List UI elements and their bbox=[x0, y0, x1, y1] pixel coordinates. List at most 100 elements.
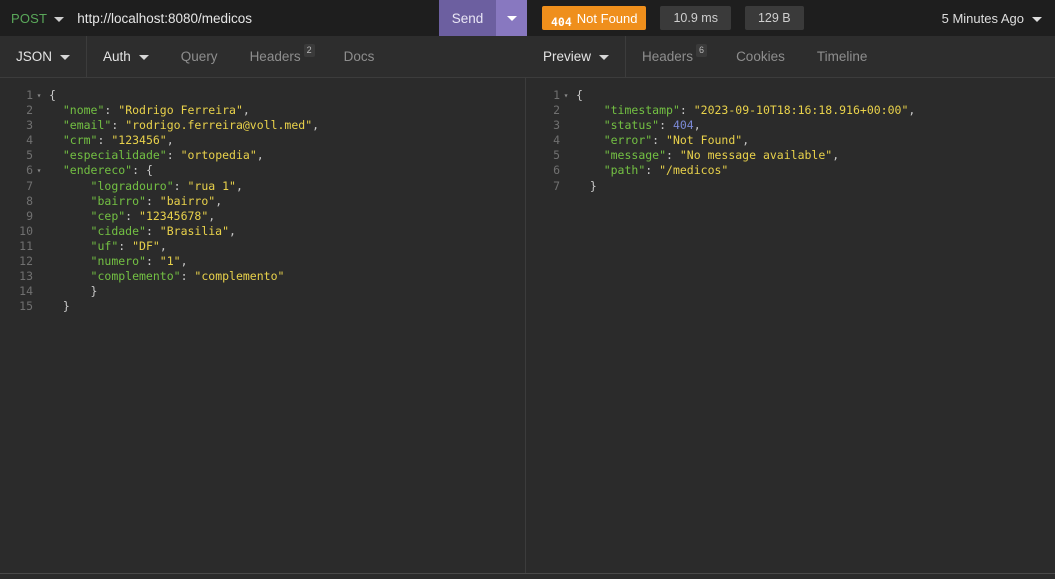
code-token-str: "complemento" bbox=[194, 269, 285, 284]
tab-headers-response-badge: 6 bbox=[696, 44, 708, 57]
http-method-label[interactable]: POST bbox=[11, 11, 47, 26]
code-token-punct: : bbox=[679, 103, 694, 118]
code-token-key: "cidade" bbox=[90, 223, 146, 238]
code-token-punct: , bbox=[159, 238, 167, 253]
code-token-punct: : bbox=[145, 223, 160, 238]
line-number: 13 bbox=[19, 269, 33, 284]
line-number: 11 bbox=[19, 238, 33, 253]
send-button[interactable]: Send bbox=[439, 0, 496, 36]
chevron-down-icon[interactable] bbox=[54, 16, 65, 22]
line-number: 3 bbox=[26, 118, 33, 133]
code-token-key: "numero" bbox=[90, 254, 146, 269]
code-line: 5 "message": "No message available", bbox=[527, 148, 1055, 163]
request-body-code[interactable]: 1 ▾{2 "nome": "Rodrigo Ferreira", 3 "email… bbox=[0, 78, 525, 314]
code-line: 1 ▾ { bbox=[527, 88, 1055, 103]
code-text: "cep": "12345678", bbox=[45, 208, 216, 224]
fold-toggle-icon[interactable]: ▾ bbox=[33, 88, 45, 103]
tab-cookies[interactable]: Cookies bbox=[720, 36, 801, 77]
response-preview-panel[interactable]: 1 ▾ {2 "timestamp": "2023-09-10T18:16:18.9… bbox=[527, 78, 1055, 573]
request-body-editor[interactable]: 1 ▾{2 "nome": "Rodrigo Ferreira", 3 "email… bbox=[0, 78, 526, 573]
code-line: 7 } bbox=[527, 179, 1055, 194]
line-number: 2 bbox=[26, 103, 33, 118]
bottom-divider bbox=[0, 573, 1055, 574]
tab-docs[interactable]: Docs bbox=[328, 36, 391, 77]
tab-auth[interactable]: Auth bbox=[87, 36, 165, 77]
code-line: 1 ▾ { bbox=[0, 88, 525, 103]
code-token-key: "logradouro" bbox=[90, 178, 174, 193]
line-number: 8 bbox=[26, 193, 33, 208]
code-line: 14 } bbox=[0, 284, 525, 299]
response-body-code: 1 ▾ {2 "timestamp": "2023-09-10T18:16:18.9… bbox=[527, 78, 1055, 194]
send-options-button[interactable] bbox=[496, 0, 527, 36]
tab-query[interactable]: Query bbox=[165, 36, 234, 77]
line-number: 2 bbox=[553, 103, 560, 118]
tab-preview-label: Preview bbox=[543, 49, 592, 64]
response-timestamp-dropdown[interactable]: 5 Minutes Ago bbox=[942, 11, 1042, 26]
tab-body-type-label: JSON bbox=[16, 49, 53, 64]
tab-body-type[interactable]: JSON bbox=[0, 36, 88, 77]
tab-headers-response[interactable]: Headers 6 bbox=[626, 36, 720, 77]
line-number: 10 bbox=[19, 223, 33, 238]
line-number: 12 bbox=[19, 254, 33, 269]
code-token-punct: : bbox=[180, 269, 195, 284]
code-token-punct: : bbox=[666, 148, 680, 163]
code-token-punct: , bbox=[832, 148, 840, 163]
code-token-key: "path" bbox=[603, 163, 646, 178]
line-number: 7 bbox=[553, 178, 560, 193]
code-token-key: "endereco" bbox=[62, 163, 133, 178]
tab-timeline[interactable]: Timeline bbox=[801, 36, 884, 77]
chevron-down-icon bbox=[599, 55, 610, 60]
code-text: "error": "Not Found", bbox=[572, 133, 749, 148]
code-token-str: "1" bbox=[159, 254, 181, 269]
code-line: 6 "path": "/medicos" bbox=[527, 163, 1055, 178]
tab-preview[interactable]: Preview bbox=[527, 36, 627, 77]
line-number: 1 bbox=[26, 88, 33, 102]
code-line: 3 "email": "rodrigo.ferreira@voll.med", bbox=[0, 118, 525, 133]
code-line: 9 "cep": "12345678", bbox=[0, 209, 525, 224]
code-text: "numero": "1", bbox=[45, 254, 188, 269]
code-token-punct: : { bbox=[132, 163, 153, 178]
code-token-str: "Brasilia" bbox=[159, 223, 230, 238]
code-token-key: "timestamp" bbox=[603, 103, 680, 118]
tab-headers-request[interactable]: Headers 2 bbox=[234, 36, 328, 77]
status-badge: 404 Not Found bbox=[542, 6, 647, 30]
code-line: 2 "timestamp": "2023-09-10T18:16:18.916+… bbox=[527, 103, 1055, 118]
tab-headers-request-label: Headers bbox=[249, 49, 301, 64]
fold-toggle-icon[interactable]: ▾ bbox=[33, 163, 45, 178]
code-token-key: "especialidade" bbox=[62, 148, 167, 163]
code-token-num: 404 bbox=[672, 118, 694, 133]
fold-toggle-icon[interactable]: ▾ bbox=[560, 88, 572, 103]
code-token-punct: : bbox=[659, 118, 673, 133]
code-text: "cidade": "Brasilia", bbox=[45, 224, 236, 239]
url-input[interactable]: http://localhost:8080/medicos bbox=[77, 11, 252, 26]
code-token-punct: , bbox=[908, 103, 916, 118]
request-tab-bar: JSON Auth Query Headers 2 Docs bbox=[0, 36, 527, 78]
code-text: } bbox=[572, 179, 597, 194]
code-line: 15 } bbox=[0, 299, 525, 314]
code-token-punct: , bbox=[229, 223, 236, 238]
code-token-str: "rua 1" bbox=[187, 178, 236, 193]
code-token-str: "ortopedia" bbox=[180, 148, 257, 163]
tab-query-label: Query bbox=[180, 49, 218, 64]
code-line: 4 "crm": "123456", bbox=[0, 133, 525, 148]
code-text: "nome": "Rodrigo Ferreira", bbox=[45, 103, 250, 118]
code-token-punct: : bbox=[145, 254, 160, 269]
line-number: 5 bbox=[26, 148, 33, 163]
code-token-punct: , bbox=[693, 118, 701, 133]
code-line: 4 "error": "Not Found", bbox=[527, 133, 1055, 148]
code-token-punct: , bbox=[208, 208, 216, 223]
code-token-punct: , bbox=[180, 254, 188, 269]
code-token-punct: : bbox=[111, 118, 126, 133]
